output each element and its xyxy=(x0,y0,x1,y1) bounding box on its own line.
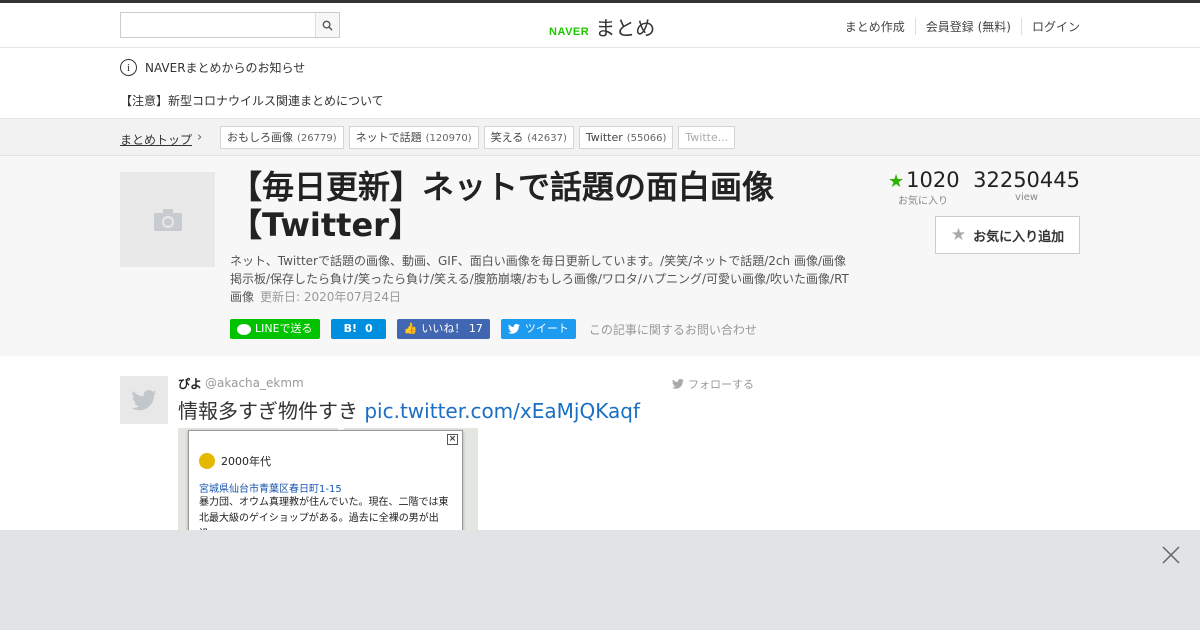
share-bar: LINEで送る B! 0 👍 いいね！ 17 ツイート この記事に関するお問い合… xyxy=(230,319,757,339)
favorite-number: 1020 xyxy=(906,168,960,192)
ad-banner xyxy=(0,530,1200,630)
twitter-bird-icon xyxy=(507,324,520,334)
tweet-author-name[interactable]: ぴよ xyxy=(178,375,202,392)
close-icon: × xyxy=(447,434,458,445)
tag-label: ネットで話題 xyxy=(355,131,422,144)
article-title: 【毎日更新】ネットで話題の面白画像【Twitter】 xyxy=(230,168,775,244)
facebook-like-label: いいね！ 17 xyxy=(421,322,483,335)
search-input[interactable] xyxy=(121,13,315,37)
avatar[interactable] xyxy=(120,376,168,424)
header-nav: まとめ作成 会員登録 (無料) ログイン xyxy=(835,18,1080,35)
tag-item[interactable]: Twitter (55066) xyxy=(578,126,674,149)
notice-heading: i NAVERまとめからのお知らせ xyxy=(120,59,305,76)
search-box xyxy=(120,12,340,38)
tag-item[interactable]: 笑える (42637) xyxy=(483,126,574,149)
logo-brand: NAVER xyxy=(549,26,590,38)
twitter-bird-icon xyxy=(672,379,684,389)
chevron-right-icon: › xyxy=(197,130,203,145)
article-stats: ★1020 お気に入り 32250445 view xyxy=(880,168,1080,208)
incident-description: 暴力団、オウム真理教が住んでいた。現在、二階では東北最大級のゲイショップがある。… xyxy=(199,497,449,531)
tag-count: (26779) xyxy=(297,133,337,144)
star-icon: ★ xyxy=(888,171,905,192)
tweet-label: ツイート xyxy=(524,322,569,335)
tag-count: (42637) xyxy=(527,133,567,144)
notice-item-link[interactable]: 【注意】新型コロナウイルス関連まとめについて xyxy=(120,92,384,109)
tag-label: Twitter xyxy=(585,131,623,144)
breadcrumb-top-link[interactable]: まとめトップ xyxy=(120,131,192,148)
tag-list: おもしろ画像 (26779) ネットで話題 (120970) 笑える (42637) … xyxy=(220,126,740,149)
tag-item[interactable]: Twitte... xyxy=(678,126,736,149)
add-favorite-label: お気に入り追加 xyxy=(973,229,1065,245)
add-favorite-button[interactable]: ★ お気に入り追加 xyxy=(935,216,1080,254)
camera-icon xyxy=(153,208,182,231)
twitter-bird-icon xyxy=(131,389,157,410)
hatena-count: 0 xyxy=(364,322,373,335)
view-number: 32250445 xyxy=(973,168,1080,192)
facebook-like-button[interactable]: 👍 いいね！ 17 xyxy=(396,319,490,339)
search-icon xyxy=(322,20,333,31)
line-icon xyxy=(237,323,251,335)
login-link[interactable]: ログイン xyxy=(1020,18,1080,35)
site-logo[interactable]: NAVER まとめ xyxy=(549,12,655,41)
hatena-bookmark-button[interactable]: B! 0 xyxy=(330,319,386,339)
map-info-popup: × 2000年代 宮城県仙台市青葉区春日町1-15 暴力団、オウム真理教が住んで… xyxy=(188,430,463,531)
updated-date: 更新日: 2020年07月24日 xyxy=(260,290,401,304)
article-header: 【毎日更新】ネットで話題の面白画像【Twitter】 ネット、Twitterで話… xyxy=(0,156,1200,356)
favorite-count: ★1020 お気に入り xyxy=(888,168,960,207)
map-road xyxy=(178,424,478,428)
article-thumbnail xyxy=(120,172,215,267)
line-share-label: LINEで送る xyxy=(255,322,313,335)
tag-item[interactable]: おもしろ画像 (26779) xyxy=(220,126,344,149)
close-icon[interactable] xyxy=(1162,546,1180,564)
tag-item[interactable]: ネットで話題 (120970) xyxy=(348,126,479,149)
search-button[interactable] xyxy=(315,13,339,37)
notice-section: i NAVERまとめからのお知らせ 【注意】新型コロナウイルス関連まとめについて xyxy=(0,48,1200,119)
site-header: NAVER まとめ まとめ作成 会員登録 (無料) ログイン xyxy=(0,3,1200,48)
tweet-author-handle[interactable]: @akacha_ekmm xyxy=(205,376,304,390)
follow-button[interactable]: フォローする xyxy=(672,376,754,392)
article-description: ネット、Twitterで話題の画像、動画、GIF、面白い画像を毎日更新しています… xyxy=(230,252,850,306)
tweet-body: 情報多すぎ物件すき xyxy=(178,399,358,423)
favorite-label: お気に入り xyxy=(898,196,948,207)
star-icon: ★ xyxy=(950,225,967,245)
line-share-button[interactable]: LINEで送る xyxy=(230,319,320,339)
view-label: view xyxy=(1015,192,1039,203)
era-label: 2000年代 xyxy=(199,453,271,469)
view-count: 32250445 view xyxy=(973,168,1080,203)
tweet-button[interactable]: ツイート xyxy=(500,319,576,339)
info-icon: i xyxy=(120,59,137,76)
inquiry-link[interactable]: この記事に関するお問い合わせ xyxy=(589,321,757,338)
embedded-tweet: ぴよ @akacha_ekmm フォローする 情報多すぎ物件すき pic.twi… xyxy=(0,356,1200,531)
tag-label: Twitte... xyxy=(685,131,729,144)
tag-label: 笑える xyxy=(490,131,524,144)
logo-text: まとめ xyxy=(595,16,656,40)
thumbs-up-icon: 👍 xyxy=(403,322,418,335)
address-text: 宮城県仙台市青葉区春日町1-15 xyxy=(199,484,342,495)
tag-label: おもしろ画像 xyxy=(227,131,293,144)
notice-heading-text: NAVERまとめからのお知らせ xyxy=(145,61,306,75)
register-link[interactable]: 会員登録 (無料) xyxy=(914,18,1021,35)
warning-icon xyxy=(199,453,215,469)
era-text: 2000年代 xyxy=(221,455,271,468)
follow-label: フォローする xyxy=(688,378,754,391)
hatena-icon: B! xyxy=(343,322,357,335)
tweet-text: 情報多すぎ物件すき pic.twitter.com/xEaMjQKaqf xyxy=(178,395,640,424)
breadcrumb: まとめトップ › おもしろ画像 (26779) ネットで話題 (120970) 笑え… xyxy=(0,119,1200,156)
tweet-image[interactable]: × 2000年代 宮城県仙台市青葉区春日町1-15 暴力団、オウム真理教が住んで… xyxy=(178,424,478,531)
tag-count: (55066) xyxy=(626,133,667,144)
create-matome-link[interactable]: まとめ作成 xyxy=(835,18,915,35)
tweet-image-link[interactable]: pic.twitter.com/xEaMjQKaqf xyxy=(364,399,640,423)
tag-count: (120970) xyxy=(425,133,472,144)
